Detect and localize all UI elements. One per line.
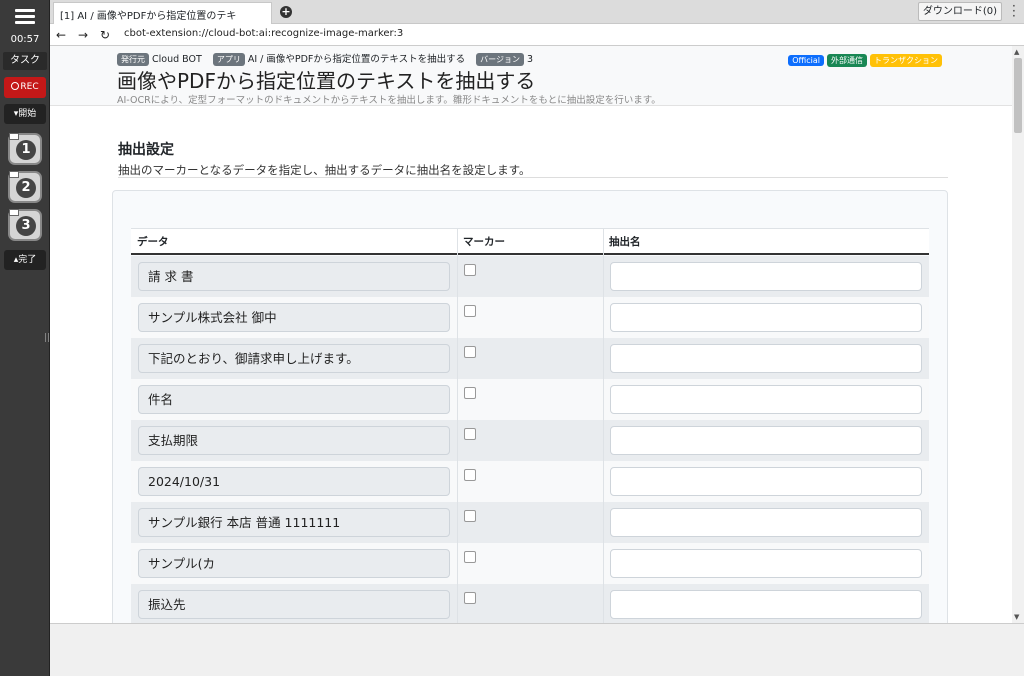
extract-name-input[interactable] [610, 590, 922, 619]
new-tab-icon[interactable]: + [280, 6, 292, 18]
marker-checkbox[interactable] [464, 469, 476, 481]
page-title: 画像やPDFから指定位置のテキストを抽出する [117, 69, 536, 93]
start-label: 開始 [18, 109, 37, 119]
data-cell: 2024/10/31 [138, 467, 450, 496]
start-button[interactable]: ▾開始 [4, 104, 46, 124]
section-title: 抽出設定 [118, 142, 174, 158]
table-row: 振込先 [131, 584, 929, 623]
external-comm-badge: 外部通信 [827, 54, 867, 67]
back-arrow-icon[interactable]: ← [53, 27, 69, 43]
marker-checkbox[interactable] [464, 264, 476, 276]
marker-checkbox[interactable] [464, 592, 476, 604]
publisher-value: Cloud BOT [152, 54, 202, 65]
header-marker: マーカー [457, 228, 603, 255]
data-cell: 支払期限 [138, 426, 450, 455]
marker-checkbox[interactable] [464, 346, 476, 358]
main-content: 発行元 Cloud BOT アプリ AI / 画像やPDFから指定位置のテキストを抽… [50, 46, 1012, 623]
cursor-icon [9, 209, 19, 216]
browser-tab[interactable]: [1] AI / 画像やPDFから指定位置のテキ [53, 2, 272, 24]
tab-bar: [1] AI / 画像やPDFから指定位置のテキ + ダウンロード(0) · · · [50, 0, 1024, 24]
more-menu-icon[interactable]: · · · [1012, 0, 1016, 22]
column-divider [457, 228, 458, 623]
step-tag-icon [9, 133, 19, 140]
data-cell: サンプル銀行 本店 普通 1111111 [138, 508, 450, 537]
data-cell: 下記のとおり、御請求申し上げます。 [138, 344, 450, 373]
transaction-badge: トランザクション [870, 54, 942, 67]
official-badge: Official [788, 55, 824, 66]
step-number: 1 [16, 140, 36, 160]
app-header: 発行元 Cloud BOT アプリ AI / 画像やPDFから指定位置のテキストを抽… [50, 46, 1012, 106]
address-bar: ← → ↻ cbot-extension://cloud-bot:ai:reco… [50, 24, 1024, 46]
data-cell: サンプル(カ [138, 549, 450, 578]
forward-arrow-icon[interactable]: → [75, 27, 91, 43]
column-divider [603, 228, 604, 623]
marker-checkbox[interactable] [464, 387, 476, 399]
extract-name-input[interactable] [610, 467, 922, 496]
version-value: 3 [526, 54, 534, 65]
app-value: AI / 画像やPDFから指定位置のテキストを抽出する [247, 54, 466, 65]
bottom-panel [50, 623, 1024, 676]
reload-icon[interactable]: ↻ [97, 27, 113, 43]
rec-button[interactable]: REC [4, 77, 46, 98]
extract-name-input[interactable] [610, 426, 922, 455]
extract-name-input[interactable] [610, 344, 922, 373]
task-button[interactable]: タスク [3, 52, 47, 70]
app-meta: 発行元 Cloud BOT アプリ AI / 画像やPDFから指定位置のテキストを抽… [117, 51, 541, 66]
page-scrollbar[interactable]: ▲ ▼ [1012, 46, 1024, 623]
data-cell: サンプル株式会社 御中 [138, 303, 450, 332]
step-3[interactable]: 3 [8, 209, 42, 241]
done-label: 完了 [18, 255, 37, 265]
header-data: データ [131, 228, 457, 255]
table-row: 2024/10/31 [131, 461, 929, 502]
done-button[interactable]: ▴完了 [4, 250, 46, 270]
rec-label: REC [20, 82, 39, 92]
url-field[interactable]: cbot-extension://cloud-bot:ai:recognize-… [124, 28, 403, 39]
marker-checkbox[interactable] [464, 305, 476, 317]
marker-checkbox[interactable] [464, 551, 476, 563]
timer: 00:57 [10, 34, 40, 45]
step-1[interactable]: 1 [8, 133, 42, 165]
step-number: 3 [16, 216, 36, 236]
record-icon [11, 82, 20, 90]
scroll-up-icon[interactable]: ▲ [1014, 48, 1019, 56]
extract-name-input[interactable] [610, 508, 922, 537]
badges: Official 外部通信 トランザクション [785, 52, 942, 67]
section-divider [118, 177, 948, 178]
step-2[interactable]: 2 [8, 171, 42, 203]
hamburger-menu-icon[interactable] [15, 9, 35, 25]
extract-name-input[interactable] [610, 385, 922, 414]
data-cell: 振込先 [138, 590, 450, 619]
table-row: サンプル(カ [131, 543, 929, 584]
left-rail: 00:57 タスク REC ▾開始 1 2 3 ▴完了 || [0, 0, 50, 676]
page-subtitle: AI-OCRにより、定型フォーマットのドキュメントからテキストを抽出します。雛形… [117, 95, 661, 106]
extraction-card: データ マーカー 抽出名 請 求 書 サンプル株式会社 御中 下記のとおり、御請… [112, 190, 948, 623]
table-row: サンプル銀行 本店 普通 1111111 [131, 502, 929, 543]
header-name: 抽出名 [603, 228, 929, 255]
data-cell: 件名 [138, 385, 450, 414]
extract-name-input[interactable] [610, 303, 922, 332]
download-button[interactable]: ダウンロード(0) [917, 2, 1002, 21]
table-row: 請 求 書 [131, 256, 929, 297]
marker-checkbox[interactable] [464, 428, 476, 440]
marker-checkbox[interactable] [464, 510, 476, 522]
step-number: 2 [16, 178, 36, 198]
table-row: 下記のとおり、御請求申し上げます。 [131, 338, 929, 379]
table-row: 件名 [131, 379, 929, 420]
extract-name-input[interactable] [610, 262, 922, 291]
scroll-down-icon[interactable]: ▼ [1014, 613, 1019, 621]
step-tag-icon [9, 171, 19, 178]
section-description: 抽出のマーカーとなるデータを指定し、抽出するデータに抽出名を設定します。 [118, 163, 531, 177]
scrollbar-thumb[interactable] [1014, 58, 1022, 133]
extract-name-input[interactable] [610, 549, 922, 578]
data-cell: 請 求 書 [138, 262, 450, 291]
table-row: サンプル株式会社 御中 [131, 297, 929, 338]
table-row: 支払期限 [131, 420, 929, 461]
